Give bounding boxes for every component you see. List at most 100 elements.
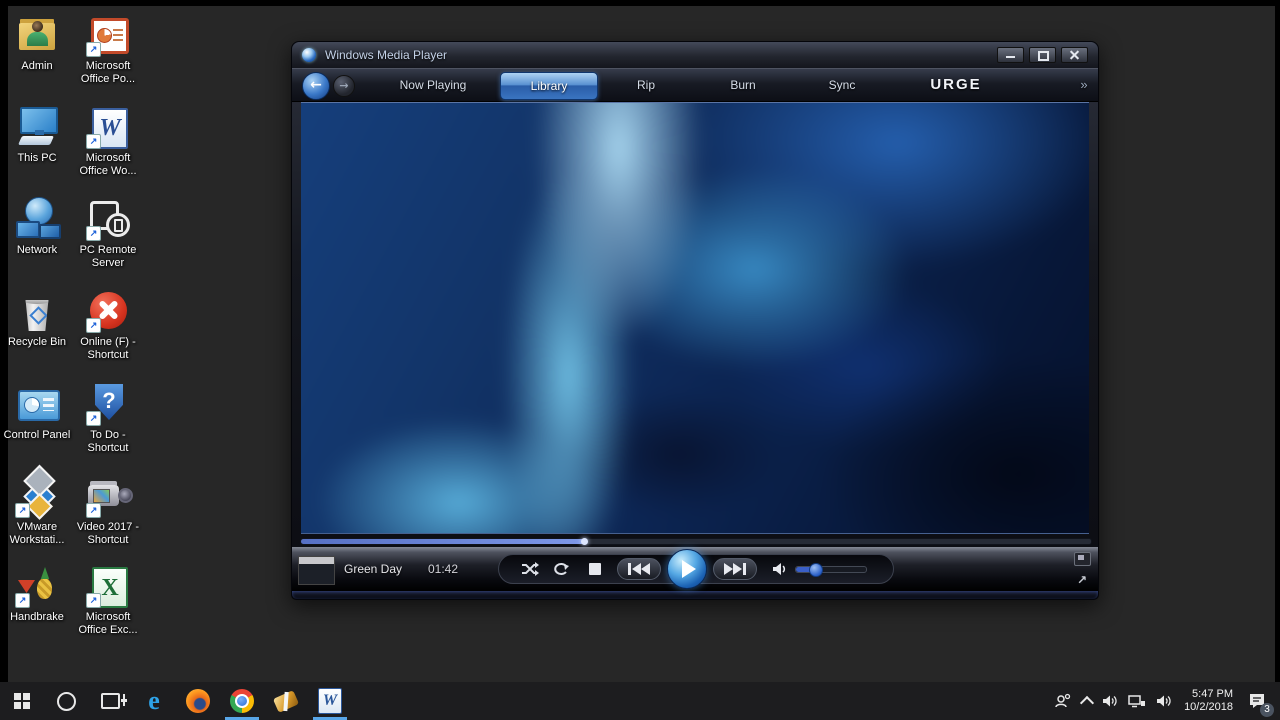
- vmware-icon: [14, 473, 60, 519]
- desktop-icon-online-f[interactable]: Online (F) - Shortcut: [73, 288, 143, 362]
- shuffle-icon: [521, 562, 539, 576]
- hidden-icons-button[interactable]: [1077, 682, 1097, 720]
- start-button[interactable]: [0, 682, 44, 720]
- shortcut-arrow-badge: [86, 226, 101, 241]
- desktop-icon-label: VMware Workstati...: [2, 521, 72, 547]
- desktop-icon-label: Video 2017 - Shortcut: [73, 521, 143, 547]
- volume-mixer-tray-button[interactable]: [1151, 682, 1177, 720]
- desktop-icon-video-2017[interactable]: Video 2017 - Shortcut: [73, 473, 143, 547]
- next-button[interactable]: [713, 558, 757, 580]
- repeat-button[interactable]: [553, 562, 569, 576]
- screen-edge-top: [0, 0, 1280, 6]
- desktop-icon-network[interactable]: Network: [2, 196, 72, 257]
- taskbar-item-chrome[interactable]: [220, 682, 264, 720]
- switch-to-compact-button[interactable]: [1075, 573, 1089, 587]
- control-panel-icon: [14, 381, 60, 427]
- clock[interactable]: 5:47 PM 10/2/2018: [1177, 682, 1240, 720]
- network-tray-button[interactable]: [1123, 682, 1151, 720]
- powerpoint-icon: [85, 12, 131, 58]
- taskbar-item-edge[interactable]: e: [132, 682, 176, 720]
- word-icon: [85, 104, 131, 150]
- track-artist: Green Day: [344, 562, 402, 576]
- volume-slider[interactable]: [795, 566, 867, 573]
- play-button[interactable]: [667, 549, 707, 589]
- system-tray: 5:47 PM 10/2/2018 3: [1049, 682, 1280, 720]
- shortcut-arrow-badge: [86, 411, 101, 426]
- desktop-icon-label: This PC: [2, 152, 72, 165]
- desktop-icon-excel[interactable]: Microsoft Office Exc...: [73, 563, 143, 637]
- gold-lens-icon: [273, 690, 299, 713]
- remote-server-icon: [85, 196, 131, 242]
- desktop-icon-recycle-bin[interactable]: Recycle Bin: [2, 288, 72, 349]
- back-button[interactable]: [302, 72, 330, 100]
- taskbar-item-firefox[interactable]: [176, 682, 220, 720]
- speaker-icon: [772, 562, 786, 576]
- shuffle-button[interactable]: [521, 562, 539, 576]
- volume-level: [796, 567, 817, 572]
- repeat-icon: [553, 562, 569, 576]
- desktop-icon-label: PC Remote Server: [73, 244, 143, 270]
- previous-button[interactable]: [617, 558, 661, 580]
- maximize-button[interactable]: [1029, 47, 1056, 63]
- seek-bar[interactable]: [300, 538, 1092, 545]
- action-center-button[interactable]: 3: [1240, 682, 1274, 720]
- tray-date: 10/2/2018: [1184, 701, 1233, 713]
- desktop-icon-label: Microsoft Office Po...: [73, 60, 143, 86]
- volume-tray-button[interactable]: [1097, 682, 1123, 720]
- windows-logo-icon: [14, 693, 30, 709]
- desktop-icon-control-panel[interactable]: Control Panel: [2, 381, 72, 442]
- stop-button[interactable]: [589, 563, 601, 575]
- visualization-pane: [301, 102, 1089, 534]
- pineapple-cocktail-icon: [14, 563, 60, 609]
- desktop-icon-powerpoint[interactable]: Microsoft Office Po...: [73, 12, 143, 86]
- wmp-tab-bar: Now Playing Library Rip Burn Sync URGE »: [292, 68, 1098, 102]
- desktop-icon-word[interactable]: Microsoft Office Wo...: [73, 104, 143, 178]
- tab-rip[interactable]: Rip: [614, 68, 678, 102]
- taskbar-item-media-app[interactable]: [264, 682, 308, 720]
- firefox-icon: [186, 689, 210, 713]
- speaker-waves-icon: [1156, 694, 1172, 708]
- desktop-icon-pc-remote-server[interactable]: PC Remote Server: [73, 196, 143, 270]
- desktop-icon-admin[interactable]: Admin: [2, 12, 72, 73]
- desktop-icon-label: Microsoft Office Wo...: [73, 152, 143, 178]
- shortcut-arrow-badge: [86, 318, 101, 333]
- desktop-icon-label: Network: [2, 244, 72, 257]
- tab-sync[interactable]: Sync: [810, 68, 874, 102]
- tab-library[interactable]: Library: [500, 72, 598, 100]
- mute-button[interactable]: [771, 562, 787, 576]
- minimize-button[interactable]: [997, 47, 1024, 63]
- people-button[interactable]: [1049, 682, 1077, 720]
- desktop-icon-to-do[interactable]: To Do - Shortcut: [73, 381, 143, 455]
- view-fullscreen-button[interactable]: [1074, 552, 1091, 566]
- close-button[interactable]: [1061, 47, 1088, 63]
- recycle-bin-icon: [14, 288, 60, 334]
- desktop-icon-label: To Do - Shortcut: [73, 429, 143, 455]
- tab-now-playing[interactable]: Now Playing: [378, 68, 488, 102]
- people-icon: [1054, 693, 1072, 709]
- desktop-icon-vmware[interactable]: VMware Workstati...: [2, 473, 72, 547]
- shortcut-arrow-badge: [86, 134, 101, 149]
- desktop-icon-label: Admin: [2, 60, 72, 73]
- desktop-icon-this-pc[interactable]: This PC: [2, 104, 72, 165]
- cortana-search-button[interactable]: [44, 682, 88, 720]
- tab-burn[interactable]: Burn: [711, 68, 775, 102]
- window-title: Windows Media Player: [325, 48, 447, 62]
- desktop-icon-label: Handbrake: [2, 611, 72, 624]
- taskbar-item-word[interactable]: [308, 682, 352, 720]
- desktop-icon-handbrake[interactable]: Handbrake: [2, 563, 72, 624]
- volume-icon: [1102, 694, 1118, 708]
- tray-time: 5:47 PM: [1192, 688, 1233, 700]
- shortcut-arrow-badge: [15, 593, 30, 608]
- camcorder-icon: [85, 473, 131, 519]
- forward-button[interactable]: [333, 75, 355, 97]
- blue-swirl-visualization: [301, 102, 1089, 534]
- elapsed-time: 01:42: [428, 562, 458, 576]
- tab-urge[interactable]: URGE: [910, 68, 1002, 102]
- album-art: [298, 556, 335, 585]
- task-view-button[interactable]: [88, 682, 132, 720]
- shortcut-arrow-badge: [15, 503, 30, 518]
- network-icon: [1128, 694, 1146, 708]
- wmp-title-bar[interactable]: Windows Media Player: [292, 42, 1098, 68]
- more-tabs-chevron-icon[interactable]: »: [1074, 68, 1094, 102]
- desktop-icon-label: Online (F) - Shortcut: [73, 336, 143, 362]
